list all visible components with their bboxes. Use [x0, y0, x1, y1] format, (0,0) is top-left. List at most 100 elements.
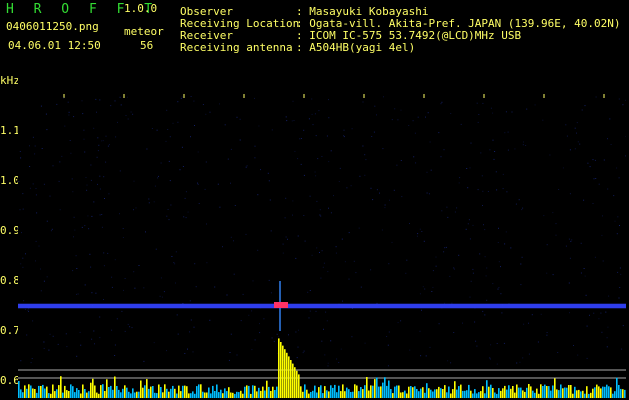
activity-bar [90, 382, 92, 398]
activity-bar [80, 393, 82, 398]
noise-dot [502, 173, 504, 175]
activity-bar [426, 383, 428, 398]
noise-dot [52, 165, 54, 167]
noise-dot [193, 100, 195, 102]
noise-dot [350, 185, 352, 187]
noise-dot [617, 216, 619, 218]
activity-bar [458, 386, 460, 398]
activity-bar [520, 387, 522, 398]
activity-bar [400, 392, 402, 398]
activity-bar [30, 385, 32, 398]
noise-dot [108, 144, 110, 146]
noise-dot [103, 299, 104, 300]
activity-bar [452, 389, 454, 398]
activity-bar [156, 393, 158, 398]
activity-bar [40, 386, 42, 398]
noise-dot [583, 268, 585, 269]
noise-dot [320, 277, 322, 279]
noise-dot [581, 109, 583, 111]
activity-bar [372, 385, 374, 398]
activity-bar [618, 385, 620, 398]
activity-bar [602, 386, 604, 398]
noise-dot [625, 155, 626, 157]
noise-dot [568, 238, 570, 240]
noise-dot [320, 215, 322, 217]
noise-dot [48, 349, 50, 351]
noise-dot [625, 99, 626, 101]
activity-bar [562, 388, 564, 398]
activity-bar [492, 388, 494, 398]
activity-bar [150, 386, 152, 398]
noise-dot [351, 128, 353, 130]
y-label-1-0: 1.0 [0, 174, 20, 187]
noise-dot [124, 330, 126, 332]
activity-bar [446, 392, 448, 398]
noise-dot [330, 212, 332, 214]
noise-dot [236, 354, 238, 356]
noise-dot [549, 154, 551, 156]
noise-dot [276, 333, 278, 335]
activity-bar [540, 384, 542, 398]
noise-dot [86, 189, 88, 191]
activity-bar [178, 385, 180, 398]
noise-dot [444, 247, 446, 249]
noise-dot [584, 275, 586, 277]
noise-dot [304, 240, 306, 242]
noise-dot [348, 278, 350, 280]
activity-bar [326, 390, 328, 398]
noise-dot [391, 241, 393, 243]
noise-dot [293, 120, 295, 121]
activity-bar [344, 391, 346, 398]
noise-dot [342, 300, 343, 302]
activity-bar [138, 391, 140, 398]
noise-dot [28, 310, 29, 312]
noise-dot [343, 136, 345, 138]
activity-bar [472, 393, 474, 398]
noise-dot [389, 199, 390, 201]
noise-dot [577, 354, 579, 356]
noise-dot [447, 360, 449, 362]
noise-dot [605, 311, 607, 313]
activity-bar [500, 390, 502, 398]
noise-dot [119, 170, 121, 172]
noise-dot [59, 209, 61, 211]
noise-dot [96, 156, 98, 158]
y-label-0-8: 0.8 [0, 274, 20, 287]
noise-dot [319, 209, 321, 211]
activity-bar [482, 386, 484, 398]
activity-bar [36, 392, 38, 398]
noise-dot [608, 295, 610, 297]
noise-dot [236, 116, 238, 118]
noise-dot [391, 119, 393, 121]
noise-dot [474, 321, 476, 323]
noise-dot [99, 316, 101, 318]
noise-dot [593, 312, 595, 314]
noise-dot [618, 297, 620, 299]
noise-dot [546, 272, 548, 274]
noise-dot [96, 111, 97, 113]
noise-dot [49, 333, 51, 335]
noise-dot [166, 109, 168, 111]
noise-dot [562, 167, 564, 169]
activity-bar [228, 387, 230, 398]
activity-bar [110, 385, 112, 398]
activity-bar [266, 380, 268, 398]
noise-dot [254, 339, 256, 341]
activity-bar [600, 388, 602, 398]
activity-bar [470, 390, 472, 398]
noise-dot [228, 359, 230, 361]
noise-dot [339, 167, 341, 169]
activity-bar [544, 384, 546, 398]
activity-bar [32, 388, 34, 398]
noise-dot [496, 343, 498, 344]
noise-dot [318, 110, 320, 112]
noise-dot [292, 214, 293, 216]
noise-dot [32, 183, 34, 185]
noise-dot [603, 159, 605, 161]
noise-dot [101, 214, 103, 215]
noise-dot [470, 142, 472, 144]
activity-bar [464, 390, 466, 398]
activity-bar [440, 388, 442, 398]
noise-dot [485, 275, 487, 277]
noise-dot [335, 246, 337, 248]
